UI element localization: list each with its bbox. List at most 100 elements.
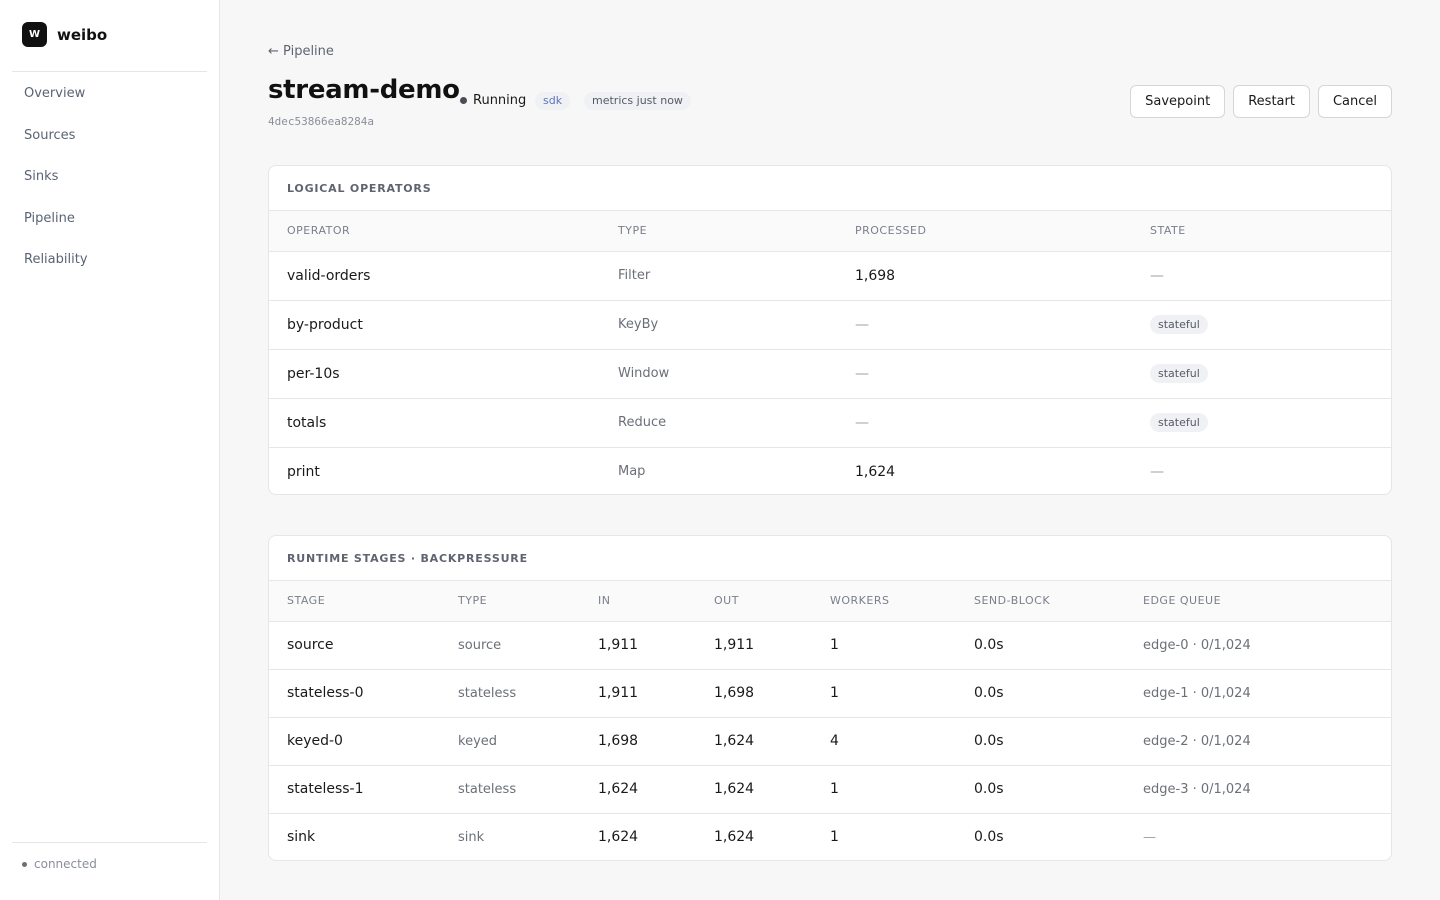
column-header: EDGE QUEUE	[1125, 581, 1391, 622]
stage-edge-queue: edge-1 · 0/1,024	[1125, 669, 1391, 718]
operator-state: stateful	[1132, 398, 1391, 448]
table-row: keyed-0 keyed 1,698 1,624 4 0.0s edge-2 …	[269, 717, 1391, 766]
operator-processed: —	[837, 398, 1132, 448]
card-title: RUNTIME STAGES · BACKPRESSURE	[269, 536, 1391, 581]
stage-edge-queue: edge-3 · 0/1,024	[1125, 765, 1391, 814]
stage-in: 1,911	[580, 669, 696, 718]
sidebar-item-pipeline[interactable]: Pipeline	[12, 198, 207, 240]
table-header-row: STAGE TYPE IN OUT WORKERS SEND-BLOCK EDG…	[269, 581, 1391, 622]
stage-send-block: 0.0s	[956, 717, 1125, 766]
stage-send-block: 0.0s	[956, 669, 1125, 718]
job-id: 4dec53866ea8284a	[268, 115, 374, 128]
stage-type: stateless	[440, 765, 580, 814]
operator-processed: 1,624	[855, 463, 896, 480]
status-dot-icon	[22, 861, 27, 867]
column-header: TYPE	[440, 581, 580, 622]
column-header: IN	[580, 581, 696, 622]
sidebar-nav: Overview Sources Sinks Pipeline Reliabil…	[12, 73, 207, 281]
operator-name: per-10s	[269, 349, 600, 399]
table-row: sink sink 1,624 1,624 1 0.0s —	[269, 813, 1391, 860]
sidebar: W weibo Overview Sources Sinks Pipeline …	[0, 0, 220, 900]
column-header: STATE	[1132, 211, 1391, 252]
column-header: SEND-BLOCK	[956, 581, 1125, 622]
card-title: LOGICAL OPERATORS	[269, 166, 1391, 211]
stage-type: source	[440, 621, 580, 670]
stage-name: source	[269, 621, 440, 670]
sidebar-item-sinks[interactable]: Sinks	[12, 156, 207, 198]
stages-table: STAGE TYPE IN OUT WORKERS SEND-BLOCK EDG…	[269, 581, 1391, 860]
stateful-badge: stateful	[1150, 413, 1208, 432]
stage-edge-queue: edge-0 · 0/1,024	[1125, 621, 1391, 670]
column-header: WORKERS	[812, 581, 956, 622]
column-header: STAGE	[269, 581, 440, 622]
table-row: source source 1,911 1,911 1 0.0s edge-0 …	[269, 621, 1391, 670]
connection-label: connected	[34, 857, 97, 871]
stage-out: 1,624	[714, 829, 755, 846]
status-indicator: Running	[460, 93, 526, 108]
operator-processed: —	[837, 349, 1132, 399]
sdk-badge: sdk	[535, 92, 571, 110]
table-row: by-product KeyBy — stateful	[269, 300, 1391, 350]
stage-type: stateless	[440, 669, 580, 718]
operators-table: OPERATOR TYPE PROCESSED STATE valid-orde…	[269, 211, 1391, 494]
table-row: totals Reduce — stateful	[269, 398, 1391, 448]
sidebar-footer-divider	[12, 842, 207, 843]
operator-name: totals	[269, 398, 600, 448]
status-dot-icon	[460, 97, 467, 104]
table-row: stateless-1 stateless 1,624 1,624 1 0.0s…	[269, 765, 1391, 814]
stage-send-block: 0.0s	[956, 621, 1125, 670]
stage-out: 1,624	[696, 765, 812, 814]
operator-processed: —	[837, 300, 1132, 350]
runtime-stages-card: RUNTIME STAGES · BACKPRESSURE STAGE TYPE…	[268, 535, 1392, 861]
stage-out: 1,624	[696, 717, 812, 766]
cancel-button[interactable]: Cancel	[1317, 85, 1392, 118]
operator-state: stateful	[1132, 300, 1391, 350]
app-logo-icon: W	[22, 22, 47, 47]
savepoint-button[interactable]: Savepoint	[1130, 85, 1226, 118]
operator-name: by-product	[269, 300, 600, 350]
operator-processed: 1,698	[837, 251, 1132, 301]
column-header: PROCESSED	[837, 211, 1132, 252]
sidebar-item-sources[interactable]: Sources	[12, 115, 207, 157]
stage-workers: 1	[830, 829, 839, 846]
operator-state: —	[1150, 463, 1164, 480]
operator-type: KeyBy	[600, 300, 837, 350]
stage-in: 1,624	[598, 829, 639, 846]
column-header: TYPE	[600, 211, 837, 252]
sidebar-item-reliability[interactable]: Reliability	[12, 239, 207, 281]
stage-type: keyed	[440, 717, 580, 766]
column-header: OUT	[696, 581, 812, 622]
column-header: OPERATOR	[269, 211, 600, 252]
brand[interactable]: W weibo	[22, 22, 107, 47]
stage-in: 1,698	[580, 717, 696, 766]
stage-workers: 1	[812, 765, 956, 814]
stage-out: 1,911	[696, 621, 812, 670]
operator-type: Window	[600, 349, 837, 399]
stage-workers: 1	[812, 621, 956, 670]
operator-type: Map	[618, 464, 646, 480]
stage-workers: 1	[812, 669, 956, 718]
stage-in: 1,911	[580, 621, 696, 670]
stage-edge-queue: edge-2 · 0/1,024	[1125, 717, 1391, 766]
back-link[interactable]: ← Pipeline	[268, 44, 334, 59]
table-row: valid-orders Filter 1,698 —	[269, 251, 1391, 301]
operator-name: valid-orders	[269, 251, 600, 301]
sidebar-divider	[12, 71, 207, 72]
app-name: weibo	[57, 25, 108, 44]
sidebar-item-overview[interactable]: Overview	[12, 73, 207, 115]
table-header-row: OPERATOR TYPE PROCESSED STATE	[269, 211, 1391, 252]
metrics-badge: metrics just now	[584, 92, 691, 110]
operator-state: —	[1132, 251, 1391, 301]
restart-button[interactable]: Restart	[1233, 85, 1310, 118]
connection-status: connected	[22, 857, 97, 871]
stage-out: 1,698	[696, 669, 812, 718]
operator-type: Filter	[600, 251, 837, 301]
table-row: per-10s Window — stateful	[269, 349, 1391, 399]
logical-operators-card: LOGICAL OPERATORS OPERATOR TYPE PROCESSE…	[268, 165, 1392, 495]
stage-name: stateless-1	[269, 765, 440, 814]
operator-state: stateful	[1132, 349, 1391, 399]
status-label: Running	[473, 93, 527, 108]
header-actions: Savepoint Restart Cancel	[1130, 85, 1392, 118]
stage-name: stateless-0	[269, 669, 440, 718]
stage-edge-queue: —	[1143, 829, 1156, 845]
